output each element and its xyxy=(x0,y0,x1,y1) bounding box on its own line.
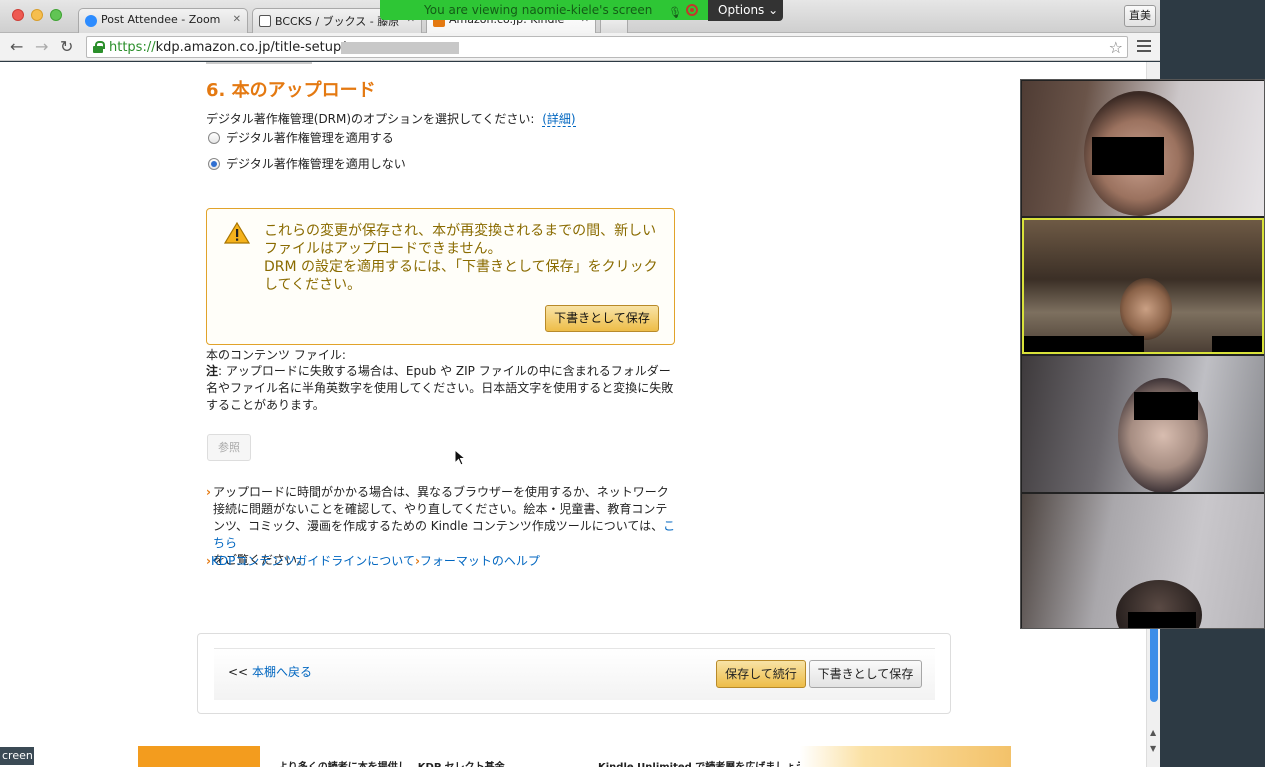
zoom-video-panel xyxy=(1020,79,1265,629)
radio-button[interactable] xyxy=(208,132,220,144)
bccks-favicon-icon xyxy=(259,15,271,27)
lock-icon xyxy=(93,41,105,53)
browser-toolbar: ← → ↻ https://kdp.amazon.co.jp/title-set… xyxy=(0,33,1160,61)
promo-orange-block xyxy=(138,746,260,767)
browser-menu-icon[interactable] xyxy=(1137,40,1151,52)
bookmark-star-icon[interactable]: ☆ xyxy=(1109,38,1123,57)
participant-name-redaction xyxy=(1212,336,1262,352)
chevron-down-icon: ⌄ xyxy=(768,3,779,17)
mouse-cursor-icon xyxy=(454,449,466,466)
promo-text-kdp-select[interactable]: より多くの読者に本を提供し、KDP セレクト基金 xyxy=(278,758,505,767)
minimize-window-button[interactable] xyxy=(31,9,43,21)
tab-close-icon[interactable]: ✕ xyxy=(233,14,241,25)
radio-drm-apply[interactable]: デジタル著作権管理を適用する xyxy=(208,129,394,146)
note-text: : アップロードに失敗する場合は、Epub や ZIP ファイルの中に含まれるフ… xyxy=(206,364,674,412)
participant-name-redaction xyxy=(1024,336,1144,352)
upload-note: 注: アップロードに失敗する場合は、Epub や ZIP ファイルの中に含まれる… xyxy=(206,363,676,414)
promo-text-kindle-unlimited[interactable]: Kindle Unlimited で読者層を広げましょう xyxy=(598,758,805,767)
warning-text: これらの変更が保存され、本が再変換されるまでの間、新しいファイルはアップロードで… xyxy=(264,222,664,294)
format-help-link[interactable]: フォーマットのヘルプ xyxy=(420,554,540,568)
forward-arrow-icon[interactable]: → xyxy=(35,37,48,56)
face-redaction xyxy=(1092,137,1164,175)
tab-zoom[interactable]: Post Attendee - Zoom ✕ xyxy=(78,8,248,33)
page-viewport: 6. 本のアップロード デジタル著作権管理(DRM)のオプションを選択してくださ… xyxy=(0,62,1146,767)
back-to-bookshelf: << 本棚へ戻る xyxy=(228,663,312,680)
url-text[interactable]: https://kdp.amazon.co.jp/title-setup/ xyxy=(109,40,346,55)
kdp-guideline-link[interactable]: KDPコンテンツガイドラインについて xyxy=(211,554,415,568)
face-redaction xyxy=(1134,392,1198,420)
url-redaction xyxy=(341,42,459,54)
save-draft-button-alert[interactable]: 下書きとして保存 xyxy=(545,305,659,332)
footer-actions: << 本棚へ戻る 保存して続行 下書きとして保存 xyxy=(197,633,951,714)
note-label: 注 xyxy=(206,364,219,378)
drm-question: デジタル著作権管理(DRM)のオプションを選択してください: (詳細) xyxy=(206,110,576,127)
radio-drm-noapply[interactable]: デジタル著作権管理を適用しない xyxy=(208,155,406,172)
zoom-favicon-icon xyxy=(85,15,97,27)
back-arrow-icon[interactable]: ← xyxy=(10,37,23,56)
video-tile-participant-2-active[interactable] xyxy=(1022,218,1264,354)
drm-warning-box: これらの変更が保存され、本が再変換されるまでの間、新しいファイルはアップロードで… xyxy=(206,208,675,345)
url-scheme: https:// xyxy=(109,40,156,55)
footer-inner: << 本棚へ戻る 保存して続行 下書きとして保存 xyxy=(214,648,935,700)
address-bar[interactable]: https://kdp.amazon.co.jp/title-setup/ ☆ xyxy=(86,36,1128,58)
video-tile-participant-1[interactable] xyxy=(1022,81,1264,216)
radio-button-selected[interactable] xyxy=(208,158,220,170)
video-tile-participant-3[interactable] xyxy=(1022,356,1264,492)
warning-icon xyxy=(224,222,250,244)
promo-image xyxy=(800,746,1011,767)
save-and-continue-button[interactable]: 保存して続行 xyxy=(716,660,806,688)
mic-muted-icon: 🎙 xyxy=(668,6,682,19)
bookshelf-link[interactable]: 本棚へ戻る xyxy=(252,665,312,679)
radio-label: デジタル著作権管理を適用しない xyxy=(226,157,406,171)
zoom-share-banner: You are viewing naomie-kiele's screen 🎙 xyxy=(380,0,708,20)
warning-line-2: DRM の設定を適用するには、「下書きとして保存」をクリックしてください。 xyxy=(264,259,658,293)
content-files-label: 本のコンテンツ ファイル: xyxy=(206,348,346,362)
divider xyxy=(206,62,312,64)
section-title: 6. 本のアップロード xyxy=(206,80,376,101)
profile-button[interactable]: 直美 xyxy=(1124,5,1156,27)
zoom-banner-text: You are viewing naomie-kiele's screen xyxy=(424,3,653,17)
record-icon xyxy=(686,4,698,16)
save-draft-button[interactable]: 下書きとして保存 xyxy=(809,660,922,688)
tab-label: Post Attendee - Zoom xyxy=(101,13,221,26)
zoom-options-button[interactable]: Options ⌄ xyxy=(708,0,783,21)
url-host: kdp.amazon.co.jp xyxy=(155,40,271,55)
url-path: /title-setup/ xyxy=(270,40,346,55)
reload-icon[interactable]: ↻ xyxy=(60,37,73,56)
close-window-button[interactable] xyxy=(12,9,24,21)
participant-face xyxy=(1120,278,1172,340)
scroll-down-icon[interactable]: ▼ xyxy=(1150,744,1156,753)
video-tile-participant-4[interactable] xyxy=(1022,494,1264,628)
back-prefix: << xyxy=(228,665,252,679)
promo-banner: より多くの読者に本を提供し、KDP セレクト基金 Kindle Unlimite… xyxy=(138,746,1011,767)
browse-button[interactable]: 参照 xyxy=(207,434,251,461)
face-redaction xyxy=(1128,612,1196,628)
guide-links: ›KDPコンテンツガイドラインについて›フォーマットのヘルプ xyxy=(206,552,540,569)
screen-label: creen xyxy=(0,747,34,765)
options-label: Options xyxy=(718,3,765,17)
warning-line-1: これらの変更が保存され、本が再変換されるまでの間、新しいファイルはアップロードで… xyxy=(264,223,657,257)
zoom-window-button[interactable] xyxy=(50,9,62,21)
drm-question-text: デジタル著作権管理(DRM)のオプションを選択してください: xyxy=(206,112,535,126)
scroll-up-icon[interactable]: ▲ xyxy=(1150,728,1156,737)
help-text: アップロードに時間がかかる場合は、異なるブラウザーを使用するか、ネットワーク接続… xyxy=(213,485,669,533)
radio-label: デジタル著作権管理を適用する xyxy=(226,131,394,145)
drm-detail-link[interactable]: (詳細) xyxy=(542,112,576,127)
